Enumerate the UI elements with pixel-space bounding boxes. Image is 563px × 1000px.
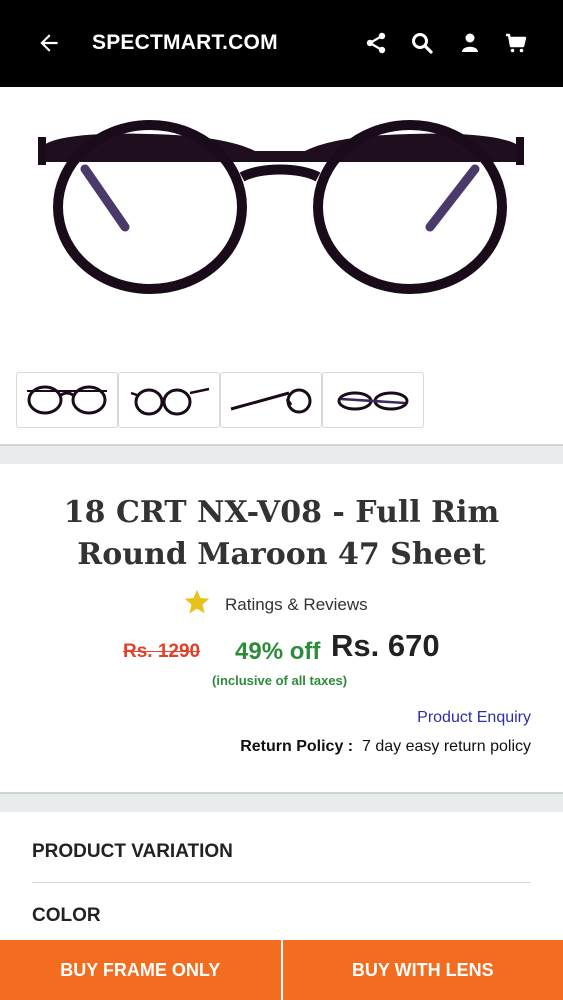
product-title-line-2: Round Maroon 47 Sheet [77,537,486,572]
back-arrow-icon[interactable] [36,30,62,56]
product-image-main[interactable] [0,87,563,357]
user-icon[interactable] [458,31,482,55]
eyeglasses-front-image [38,120,524,294]
star-icon [184,589,210,614]
separator-line [32,882,531,883]
top-app-bar: SPECTMART.COM [0,0,563,87]
thumbnail-front[interactable] [16,372,118,428]
thumbnail-angle[interactable] [118,372,220,428]
thumbnail-side[interactable] [220,372,322,428]
section-divider [0,444,563,464]
section-divider [0,792,563,812]
share-icon[interactable] [364,31,388,55]
eyeglasses-folded-thumbnail-icon [337,391,409,411]
product-enquiry-link[interactable]: Product Enquiry [417,709,531,727]
return-policy-value: 7 day easy return policy [362,738,531,755]
mrp-price: Rs. 1290 [123,641,201,662]
eyeglasses-angle-thumbnail-icon [130,387,210,416]
bottom-action-bar: BUY FRAME ONLY BUY WITH LENS [0,940,563,1000]
ratings-link[interactable]: Ratings & Reviews [182,588,422,618]
selling-price: Rs. 670 [331,628,440,663]
buy-with-lens-button[interactable]: BUY WITH LENS [280,940,563,1000]
color-heading: COLOR [32,905,101,926]
thumbnail-folded[interactable] [322,372,424,428]
cart-icon[interactable] [504,31,528,55]
product-title-line-1: 18 CRT NX-V08 - Full Rim [63,495,500,530]
ratings-reviews-label: Ratings & Reviews [225,595,368,614]
price-row: Rs. 1290 49% off Rs. 670 [0,628,563,668]
brand-logo-text[interactable]: SPECTMART.COM [92,31,278,55]
discount-badge: 49% off [235,638,321,665]
return-policy: Return Policy : 7 day easy return policy [240,738,531,756]
eyeglasses-side-thumbnail-icon [230,388,312,414]
product-title: 18 CRT NX-V08 - Full Rim Round Maroon 47… [0,492,563,576]
return-policy-label: Return Policy : [240,738,354,755]
buy-frame-only-button[interactable]: BUY FRAME ONLY [0,940,281,1000]
taxes-note: (inclusive of all taxes) [212,673,348,688]
product-variation-heading: PRODUCT VARIATION [32,841,233,862]
eyeglasses-front-thumbnail-icon [27,385,107,415]
search-icon[interactable] [410,31,434,55]
